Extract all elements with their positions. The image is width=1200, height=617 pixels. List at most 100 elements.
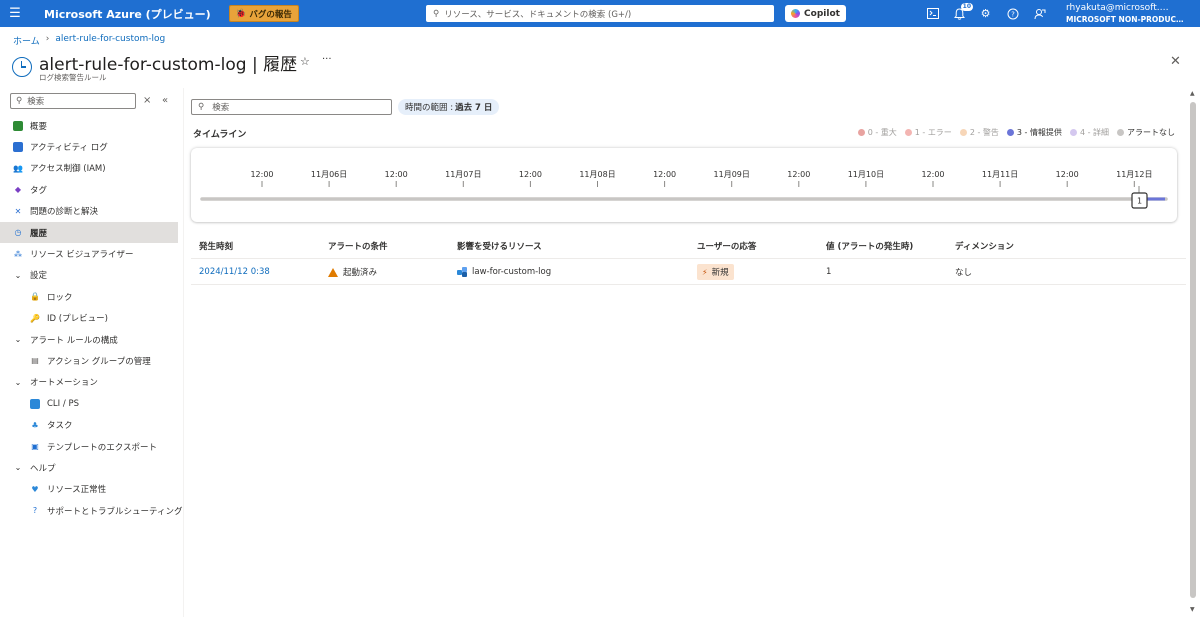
timeline-title: タイムライン	[193, 130, 247, 140]
activity-log-icon	[13, 142, 23, 153]
chevron-down-icon: ⌄	[14, 335, 22, 345]
global-search-input[interactable]: ⚲ リソース、サービス、ドキュメントの検索 (G+/)	[426, 5, 774, 22]
header-alert-condition[interactable]: アラートの条件	[328, 233, 388, 259]
sidebar-item-17[interactable]: ♥ リソース正常性	[0, 479, 178, 500]
sidebar-item-label: ロック	[47, 292, 73, 303]
row-user-response[interactable]: ⚡ 新規	[697, 259, 734, 285]
history-search-input[interactable]: ⚲ 検索	[191, 99, 392, 115]
feedback-icon[interactable]	[1032, 6, 1047, 21]
sidebar-item-6[interactable]: ⁂ リソース ビジュアライザー	[0, 243, 178, 264]
legend-label: 2 - 警告	[969, 128, 999, 137]
new-status-icon: ⚡	[702, 267, 708, 277]
sidebar-item-11[interactable]: ▤ アクション グループの管理	[0, 350, 178, 371]
sidebar-item-14[interactable]: ♣ タスク	[0, 414, 178, 435]
scroll-down-arrow-icon[interactable]: ▼	[1190, 606, 1195, 613]
page-scrollbar[interactable]: ▲ ▼	[1189, 90, 1197, 613]
page-subtitle: ログ検索警告ルール	[39, 73, 107, 82]
sidebar-item-9[interactable]: 🔑 ID (プレビュー)	[0, 308, 178, 329]
notifications-icon[interactable]: 10	[952, 3, 973, 21]
bug-report-button[interactable]: 🐞 バグの報告	[228, 5, 299, 22]
sidebar-item-15[interactable]: ▣ テンプレートのエクスポート	[0, 436, 178, 457]
header-fired-time[interactable]: 発生時刻	[199, 233, 233, 259]
collapse-sidebar-icon[interactable]: «	[162, 95, 168, 106]
alert-history-table: 発生時刻 アラートの条件 影響を受けるリソース ユーザーの応答 値 (アラートの…	[191, 233, 1186, 285]
timeline-chart: 12:00 11月06日 12:00 11月07日 12:00 11月08日 12:00 11…	[191, 148, 1177, 222]
sidebar-item-3[interactable]: ◆ タグ	[0, 179, 178, 200]
legend-dot-icon	[959, 129, 967, 136]
row-fired-time-link[interactable]: 2024/11/12 0:38	[199, 259, 270, 285]
favorite-star-icon[interactable]: ☆	[300, 55, 310, 68]
timeline-tick-label: 12:00	[787, 170, 810, 179]
timeline-tick-label: 11月06日	[311, 170, 347, 179]
sidebar-item-0[interactable]: 概要	[0, 115, 178, 136]
row-alert-condition: 起動済み	[328, 259, 377, 285]
copilot-button[interactable]: Copilot	[785, 5, 846, 22]
clear-search-icon[interactable]: ×	[143, 95, 151, 106]
sidebar-search-placeholder: 検索	[27, 97, 45, 107]
header-user-response[interactable]: ユーザーの応答	[697, 233, 756, 259]
timeline-tick-label: 12:00	[519, 170, 542, 179]
sidebar-group-12[interactable]: ⌄ オートメーション	[0, 372, 178, 393]
timeline-tick-label: 11月08日	[579, 170, 615, 179]
sidebar-item-18[interactable]: ? サポートとトラブルシューティング	[0, 500, 183, 521]
cloud-shell-icon[interactable]	[925, 6, 940, 21]
account-menu[interactable]: rhyakuta@microsoft.… MICROSOFT NON-PRODU…	[1066, 3, 1194, 25]
user-tenant: MICROSOFT NON-PRODUC…	[1066, 15, 1184, 24]
table-row[interactable]: 2024/11/12 0:38 起動済み law-for-custom-log …	[191, 259, 1186, 285]
identity-icon: 🔑	[30, 313, 40, 323]
timeline-tick-label: 11月10日	[848, 170, 884, 179]
timeline-tick-label: 12:00	[250, 170, 273, 179]
sidebar-item-13[interactable]: CLI / PS	[0, 393, 178, 414]
sidebar-item-label: CLI / PS	[47, 398, 79, 409]
legend-item[interactable]: 3 - 情報提供	[1006, 127, 1062, 138]
breadcrumb-resource-link[interactable]: alert-rule-for-custom-log	[55, 34, 165, 47]
notification-count-badge: 10	[960, 3, 973, 11]
help-icon[interactable]: ?	[1005, 6, 1020, 21]
time-range-filter[interactable]: 時間の範囲 : 過去 7 日	[398, 99, 500, 115]
svg-text:?: ?	[1011, 10, 1015, 18]
sidebar-item-4[interactable]: ✕ 問題の診断と解決	[0, 201, 178, 222]
timeline-marker-count: 1	[1137, 197, 1142, 206]
sidebar-group-7[interactable]: ⌄ 設定	[0, 265, 178, 286]
header-value[interactable]: 値 (アラートの発生時)	[826, 233, 913, 259]
sidebar-item-label: 概要	[30, 121, 48, 132]
scroll-up-arrow-icon[interactable]: ▲	[1190, 90, 1195, 97]
legend-item[interactable]: 2 - 警告	[959, 127, 999, 138]
timeline-tick-label: 12:00	[385, 170, 408, 179]
sidebar-item-label: リソース正常性	[47, 485, 107, 496]
response-status-badge[interactable]: ⚡ 新規	[697, 264, 734, 280]
legend-item[interactable]: 0 - 重大	[857, 127, 897, 138]
legend-item[interactable]: 1 - エラー	[904, 127, 952, 138]
sidebar-item-1[interactable]: アクティビティ ログ	[0, 136, 178, 157]
legend-item[interactable]: 4 - 詳細	[1069, 127, 1109, 138]
legend-dot-icon	[904, 129, 912, 136]
portal-brand[interactable]: Microsoft Azure (プレビュー)	[44, 6, 211, 22]
sidebar-search-input[interactable]: ⚲ 検索	[10, 93, 136, 109]
legend-dot-icon	[857, 129, 865, 136]
sidebar-item-label: アクション グループの管理	[47, 356, 151, 367]
legend-label: アラートなし	[1127, 128, 1175, 137]
close-icon[interactable]: ✕	[1170, 54, 1181, 69]
more-options-icon[interactable]: ···	[322, 54, 332, 65]
header-dimension[interactable]: ディメンション	[955, 233, 1014, 259]
header-affected-resource[interactable]: 影響を受けるリソース	[457, 233, 542, 259]
diagnose-icon: ✕	[14, 206, 22, 216]
sidebar-item-5[interactable]: ◷ 履歴	[0, 221, 178, 244]
sidebar-item-2[interactable]: 👥 アクセス制御 (IAM)	[0, 158, 178, 179]
sidebar-item-label: タグ	[30, 185, 48, 196]
table-header-row: 発生時刻 アラートの条件 影響を受けるリソース ユーザーの応答 値 (アラートの…	[191, 233, 1186, 259]
hamburger-menu-icon[interactable]: ☰	[0, 0, 30, 27]
sidebar-group-10[interactable]: ⌄ アラート ルールの構成	[0, 329, 178, 350]
scrollbar-thumb[interactable]	[1190, 102, 1196, 598]
sidebar-item-label: ヘルプ	[30, 463, 56, 474]
legend-label: 0 - 重大	[867, 128, 897, 137]
sidebar-item-8[interactable]: 🔒 ロック	[0, 286, 178, 307]
legend-item[interactable]: アラートなし	[1117, 127, 1175, 138]
sidebar-group-16[interactable]: ⌄ ヘルプ	[0, 457, 178, 478]
timeline-tick-label: 11月09日	[714, 170, 750, 179]
settings-gear-icon[interactable]: ⚙	[978, 6, 993, 21]
breadcrumb-home-link[interactable]: ホーム	[13, 34, 40, 47]
search-icon: ⚲	[16, 96, 23, 106]
timeline-tick-label: 12:00	[1056, 170, 1079, 179]
time-range-label: 時間の範囲 :	[405, 103, 454, 113]
